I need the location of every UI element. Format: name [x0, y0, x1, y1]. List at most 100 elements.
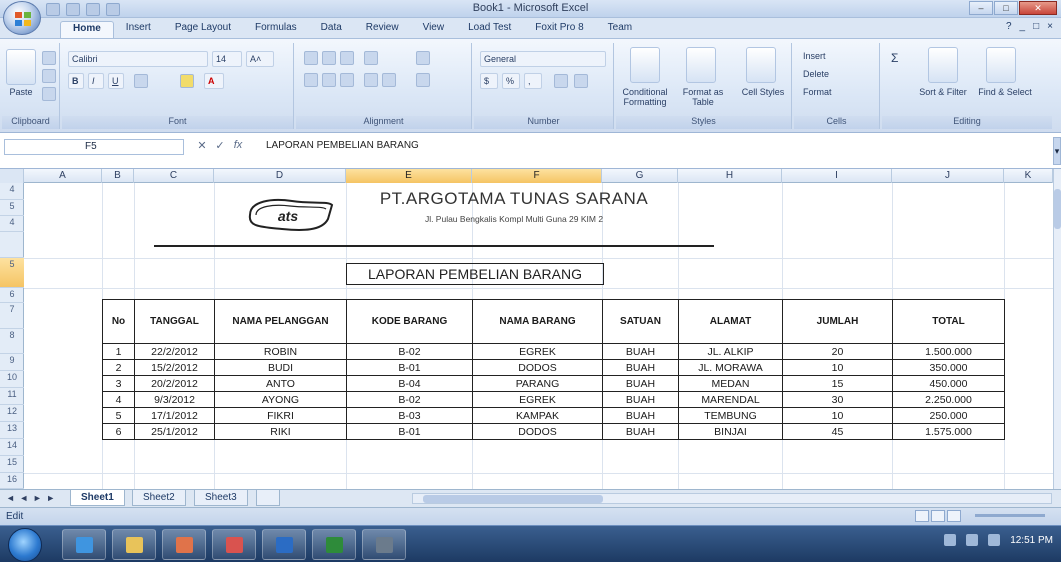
column-header-f[interactable]: F [472, 169, 602, 183]
ribbon-minimize-icon[interactable]: _ [1020, 21, 1026, 32]
cell-jumlah[interactable]: 15 [782, 375, 893, 392]
font-color-button[interactable]: A [204, 73, 224, 89]
header-kode-barang[interactable]: KODE BARANG [346, 299, 473, 344]
grow-font-button[interactable]: A˄ [246, 51, 274, 67]
cell-total[interactable]: 250.000 [892, 407, 1005, 424]
tab-formulas[interactable]: Formulas [243, 21, 309, 38]
network-icon[interactable] [966, 534, 979, 546]
cell-tanggal[interactable]: 22/2/2012 [134, 343, 215, 360]
cell-alamat[interactable]: JL. ALKIP [678, 343, 783, 360]
help-icon[interactable]: ? [1006, 21, 1012, 32]
cell-alamat[interactable]: MARENDAL [678, 391, 783, 408]
column-header-c[interactable]: C [134, 169, 214, 183]
cell-tanggal[interactable]: 20/2/2012 [134, 375, 215, 392]
align-right-icon[interactable] [340, 73, 354, 87]
cell-no[interactable]: 5 [102, 407, 135, 424]
cell-pelanggan[interactable]: ROBIN [214, 343, 347, 360]
row-header[interactable]: 15 [0, 456, 24, 473]
column-header-h[interactable]: H [678, 169, 782, 183]
cell-total[interactable]: 1.575.000 [892, 423, 1005, 440]
cell-tanggal[interactable]: 15/2/2012 [134, 359, 215, 376]
comma-button[interactable]: , [524, 73, 542, 89]
sort-filter-label[interactable]: Sort & Filter [912, 87, 974, 97]
borders-icon[interactable] [134, 74, 148, 88]
maximize-button[interactable]: □ [994, 1, 1018, 15]
align-top-icon[interactable] [304, 51, 318, 65]
font-size-dropdown[interactable]: 14 [212, 51, 242, 67]
name-box[interactable]: F5 [4, 139, 184, 155]
cell-no[interactable]: 1 [102, 343, 135, 360]
percent-button[interactable]: % [502, 73, 520, 89]
cell-barang[interactable]: EGREK [472, 391, 603, 408]
number-format-dropdown[interactable]: General [480, 51, 606, 67]
conditional-formatting-icon[interactable] [630, 47, 660, 83]
row-header[interactable]: 13 [0, 422, 24, 439]
insert-cells-button[interactable]: Insert [800, 49, 872, 65]
fill-color-icon[interactable] [180, 74, 194, 88]
header-no[interactable]: No [102, 299, 135, 344]
tab-insert[interactable]: Insert [114, 21, 163, 38]
cell-kode[interactable]: B-02 [346, 391, 473, 408]
cell-barang[interactable]: EGREK [472, 343, 603, 360]
formula-input[interactable]: LAPORAN PEMBELIAN BARANG [266, 139, 419, 155]
bold-button[interactable]: B [68, 73, 84, 89]
cell-jumlah[interactable]: 10 [782, 407, 893, 424]
sheet-tab-sheet2[interactable]: Sheet2 [132, 490, 186, 506]
horizontal-scroll-thumb[interactable] [423, 495, 603, 503]
header-alamat[interactable]: ALAMAT [678, 299, 783, 344]
merge-center-icon[interactable] [416, 73, 430, 87]
orientation-icon[interactable] [364, 51, 378, 65]
row-header[interactable]: 7 [0, 303, 24, 329]
font-name-dropdown[interactable]: Calibri [68, 51, 208, 67]
cell-alamat[interactable]: MEDAN [678, 375, 783, 392]
taskbar-excel-icon[interactable] [312, 529, 356, 560]
select-all-button[interactable] [0, 169, 24, 183]
column-header-e[interactable]: E [346, 169, 472, 183]
row-header[interactable]: 10 [0, 371, 24, 388]
cell-jumlah[interactable]: 20 [782, 343, 893, 360]
cell-satuan[interactable]: BUAH [602, 391, 679, 408]
zoom-slider[interactable] [975, 514, 1045, 517]
cancel-icon[interactable]: ✕ [196, 139, 208, 152]
cell-kode[interactable]: B-04 [346, 375, 473, 392]
horizontal-scrollbar[interactable] [412, 493, 1052, 504]
cell-total[interactable]: 1.500.000 [892, 343, 1005, 360]
delete-cells-button[interactable]: Delete [800, 67, 872, 83]
row-header[interactable]: 16 [0, 473, 24, 489]
row-header[interactable] [0, 232, 24, 258]
page-break-view-icon[interactable] [947, 510, 961, 522]
office-button[interactable] [3, 1, 41, 35]
cell-satuan[interactable]: BUAH [602, 375, 679, 392]
decrease-indent-icon[interactable] [364, 73, 378, 87]
cell-jumlah[interactable]: 30 [782, 391, 893, 408]
sheet-nav-buttons[interactable]: ◄ ◄ ► ► [6, 493, 56, 503]
vertical-scroll-thumb[interactable] [1054, 189, 1061, 229]
cell-pelanggan[interactable]: FIKRI [214, 407, 347, 424]
row-header[interactable]: 14 [0, 439, 24, 456]
minimize-button[interactable]: – [969, 1, 993, 15]
insert-function-icon[interactable]: fx [232, 139, 244, 152]
row-header[interactable]: 12 [0, 405, 24, 422]
report-title-cell[interactable]: LAPORAN PEMBELIAN BARANG [346, 263, 604, 285]
page-layout-view-icon[interactable] [931, 510, 945, 522]
cell-pelanggan[interactable]: AYONG [214, 391, 347, 408]
cell-barang[interactable]: KAMPAK [472, 407, 603, 424]
start-button[interactable] [8, 528, 42, 562]
tab-load-test[interactable]: Load Test [456, 21, 523, 38]
cell-tanggal[interactable]: 9/3/2012 [134, 391, 215, 408]
sheet-tab-sheet1[interactable]: Sheet1 [70, 490, 125, 506]
row-header[interactable]: 9 [0, 354, 24, 371]
header-jumlah[interactable]: JUMLAH [782, 299, 893, 344]
header-nama-barang[interactable]: NAMA BARANG [472, 299, 603, 344]
column-header-k[interactable]: K [1004, 169, 1053, 183]
row-header[interactable]: 6 [0, 288, 24, 303]
tab-page-layout[interactable]: Page Layout [163, 21, 243, 38]
format-as-table-icon[interactable] [686, 47, 716, 83]
column-header-b[interactable]: B [102, 169, 134, 183]
cell-pelanggan[interactable]: BUDI [214, 359, 347, 376]
cell-tanggal[interactable]: 17/1/2012 [134, 407, 215, 424]
find-select-icon[interactable] [986, 47, 1016, 83]
cell-satuan[interactable]: BUAH [602, 343, 679, 360]
cell-jumlah[interactable]: 10 [782, 359, 893, 376]
wrap-text-icon[interactable] [416, 51, 430, 65]
